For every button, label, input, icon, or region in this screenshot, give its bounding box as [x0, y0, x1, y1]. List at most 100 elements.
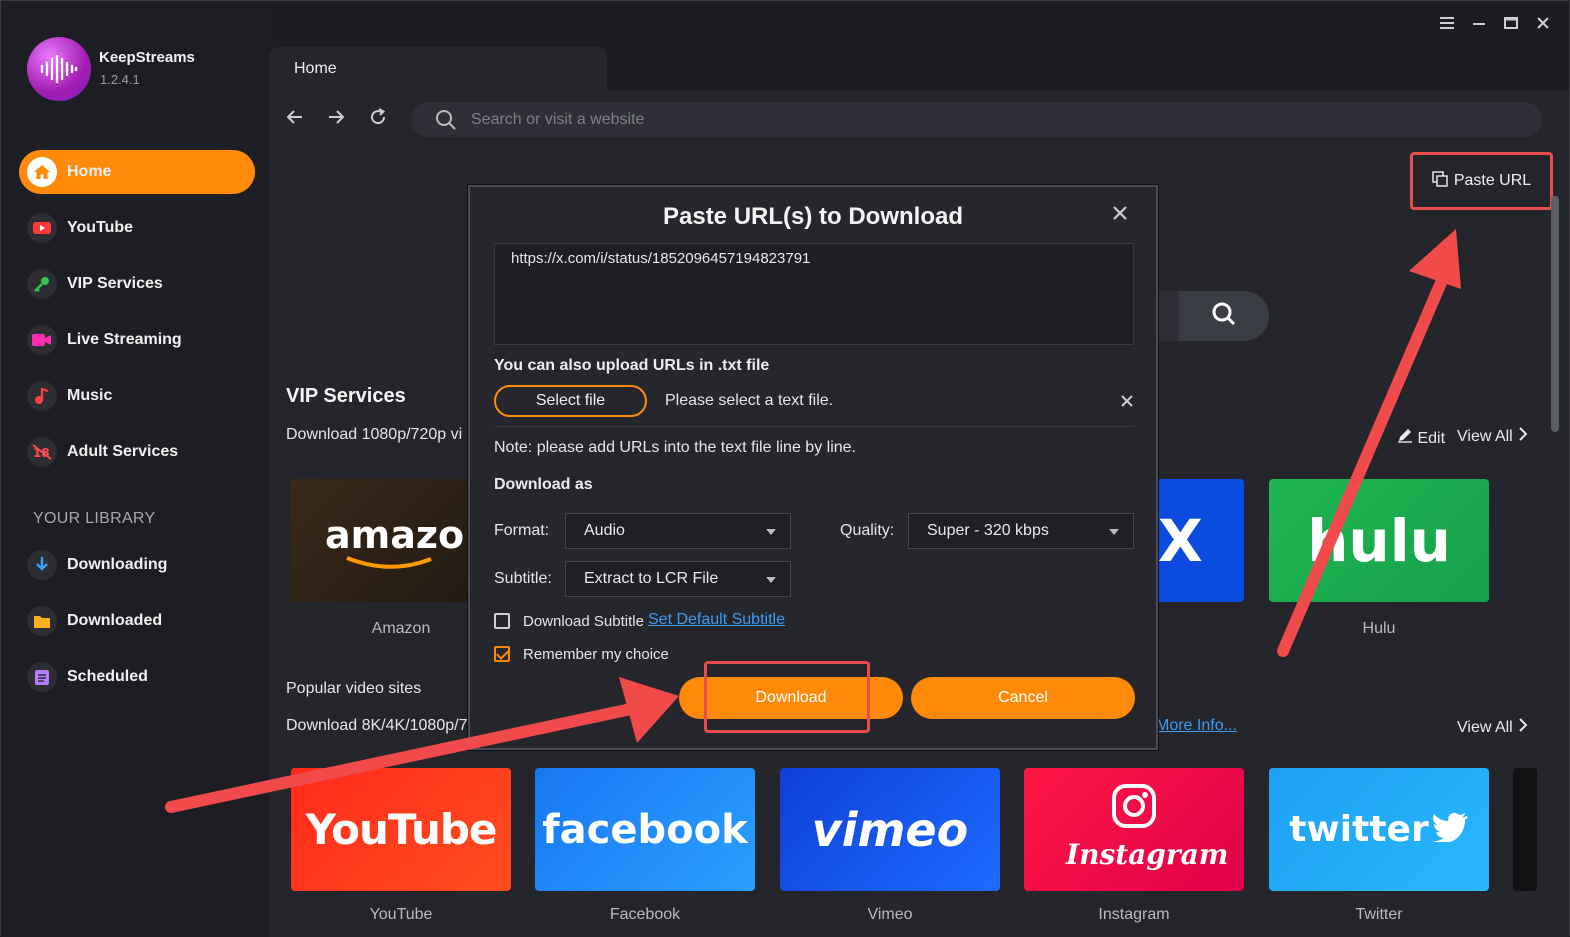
sidebar-item-label: Adult Services — [67, 443, 179, 460]
sidebar-item-home[interactable]: Home — [19, 150, 255, 194]
main-search-button[interactable] — [1179, 291, 1269, 341]
tile-label: Facebook — [609, 906, 681, 923]
popular-view-all-link[interactable]: View All — [1457, 718, 1529, 737]
subtitle-dropdown[interactable]: Extract to LCR File — [565, 561, 791, 597]
paste-url-button[interactable]: Paste URL — [1410, 152, 1553, 210]
sidebar-item-label: Home — [67, 163, 112, 180]
site-tile-vimeo[interactable]: vimeo — [780, 768, 1000, 891]
chevron-down-icon — [1109, 529, 1119, 535]
pencil-icon — [1397, 429, 1417, 447]
close-icon[interactable] — [1535, 15, 1551, 36]
tile-label: Hulu — [1362, 620, 1396, 637]
sidebar-item-downloading[interactable]: Downloading — [19, 543, 255, 587]
sidebar-item-label: Downloaded — [67, 612, 163, 629]
twitter-bird-icon — [1432, 812, 1469, 847]
url-textarea[interactable]: https://x.com/i/status/18520964571948237… — [494, 243, 1134, 345]
select-file-hint: Please select a text file. — [665, 392, 834, 409]
sidebar-item-label: Scheduled — [67, 668, 148, 685]
hulu-logo: hulu — [1307, 506, 1451, 575]
sidebar-item-vip-services[interactable]: VIP Services — [19, 262, 255, 306]
sidebar: KeepStreams 1.2.4.1 Home YouTube VIP Ser… — [1, 1, 269, 937]
site-tile-twitter[interactable]: twitter — [1269, 768, 1489, 891]
dialog-title: Paste URL(s) to Download — [662, 203, 963, 230]
sidebar-item-label: Downloading — [67, 556, 168, 573]
sidebar-item-downloaded[interactable]: Downloaded — [19, 599, 255, 643]
site-tile-instagram[interactable]: Instagram — [1024, 768, 1244, 891]
app-name: KeepStreams — [99, 49, 195, 66]
vip-tile-amazon[interactable]: amazon — [291, 479, 469, 602]
sidebar-item-scheduled[interactable]: Scheduled — [19, 655, 255, 699]
back-arrow-icon[interactable] — [283, 107, 307, 133]
copy-icon — [1432, 171, 1448, 191]
sidebar-item-youtube[interactable]: YouTube — [19, 206, 255, 250]
site-tile-partial[interactable] — [1513, 768, 1537, 891]
download-button[interactable]: Download — [679, 677, 903, 719]
search-icon — [435, 109, 457, 136]
download-subtitle-checkbox[interactable] — [494, 613, 510, 629]
remember-choice-label: Remember my choice — [523, 646, 669, 663]
youtube-logo: YouTube — [305, 805, 498, 854]
app-logo-icon — [27, 37, 91, 101]
chevron-right-icon — [1517, 427, 1529, 445]
forward-arrow-icon[interactable] — [324, 107, 348, 133]
more-info-link[interactable]: More Info... — [1156, 717, 1237, 735]
close-icon[interactable] — [1112, 201, 1128, 227]
vip-view-all-link[interactable]: View All — [1457, 427, 1529, 446]
tab-label: Home — [294, 60, 337, 77]
youtube-icon — [27, 213, 57, 243]
sidebar-item-adult-services[interactable]: 18 Adult Services — [19, 430, 255, 474]
format-label: Format: — [494, 522, 550, 539]
app-version: 1.2.4.1 — [100, 72, 140, 87]
menu-icon[interactable] — [1438, 15, 1456, 36]
vip-section-subtitle: Download 1080p/720p vi — [286, 426, 463, 443]
quality-dropdown[interactable]: Super - 320 kbps — [908, 513, 1134, 549]
scrollbar[interactable] — [1551, 196, 1559, 432]
clipboard-list-icon — [27, 662, 57, 692]
clear-file-icon[interactable] — [1120, 394, 1134, 413]
sidebar-item-label: YouTube — [67, 219, 134, 236]
sidebar-item-label: VIP Services — [67, 275, 163, 292]
main-search-field[interactable] — [1156, 291, 1180, 341]
sidebar-item-music[interactable]: Music — [19, 374, 255, 418]
download-as-label: Download as — [494, 476, 593, 493]
sidebar-item-live-streaming[interactable]: Live Streaming — [19, 318, 255, 362]
paste-url-dialog: Paste URL(s) to Download https://x.com/i… — [468, 185, 1158, 750]
tile-label: Vimeo — [867, 906, 913, 923]
tile-label: YouTube — [369, 906, 433, 923]
adult-restricted-icon: 18 — [27, 437, 57, 467]
music-note-icon — [27, 381, 57, 411]
edit-label: Edit — [1417, 430, 1446, 447]
minimize-icon[interactable] — [1471, 15, 1487, 36]
view-all-label: View All — [1457, 428, 1513, 445]
site-tile-youtube[interactable]: YouTube — [291, 768, 511, 891]
folder-icon — [27, 606, 57, 636]
vip-tile-partial[interactable]: X — [1156, 479, 1244, 602]
view-all-label: View All — [1457, 719, 1513, 736]
download-subtitle-label: Download Subtitle — [523, 613, 644, 630]
video-camera-icon — [27, 325, 57, 355]
download-arrow-icon — [27, 550, 57, 580]
select-file-button[interactable]: Select file — [494, 385, 647, 417]
amazon-logo: amazon — [325, 513, 469, 557]
cancel-button[interactable]: Cancel — [911, 677, 1135, 719]
subtitle-value: Extract to LCR File — [584, 570, 719, 587]
app-window: KeepStreams 1.2.4.1 Home YouTube VIP Ser… — [0, 0, 1570, 937]
site-tile-facebook[interactable]: facebook — [535, 768, 755, 891]
vip-tile-hulu[interactable]: hulu — [1269, 479, 1489, 602]
remember-choice-checkbox[interactable] — [494, 646, 510, 662]
set-default-subtitle-link[interactable]: Set Default Subtitle — [648, 611, 785, 629]
home-icon — [27, 157, 57, 187]
upload-txt-label: You can also upload URLs in .txt file — [494, 357, 770, 374]
tile-label: Twitter — [1355, 906, 1403, 923]
refresh-icon[interactable] — [366, 107, 390, 133]
quality-label: Quality: — [840, 522, 895, 539]
format-dropdown[interactable]: Audio — [565, 513, 791, 549]
maximize-icon[interactable] — [1503, 15, 1519, 36]
address-bar[interactable] — [411, 102, 1542, 137]
edit-button[interactable]: Edit — [1397, 427, 1445, 448]
quality-value: Super - 320 kbps — [927, 522, 1049, 539]
sidebar-item-label: Live Streaming — [67, 331, 182, 348]
search-input[interactable] — [471, 109, 1471, 131]
sidebar-item-label: Music — [67, 387, 113, 404]
tab-home[interactable]: Home — [269, 47, 607, 91]
